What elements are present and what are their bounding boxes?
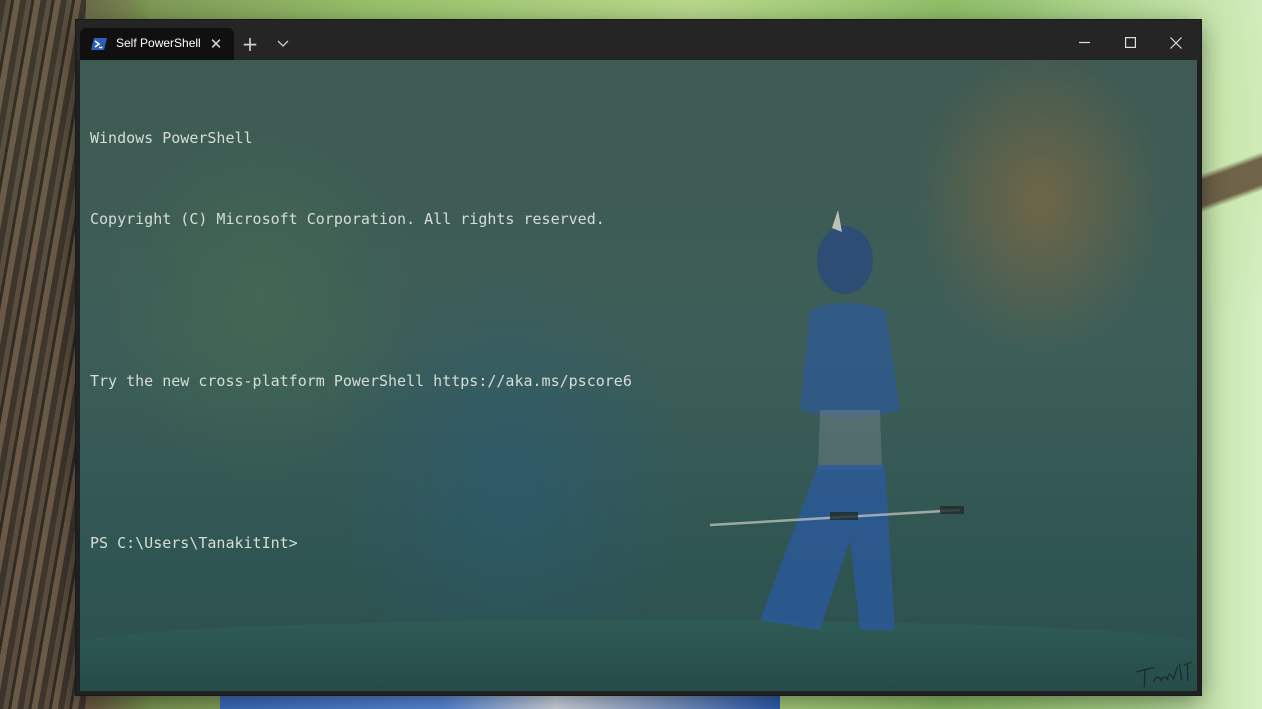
output-line: Copyright (C) Microsoft Corporation. All… bbox=[90, 210, 605, 228]
terminal-output: Windows PowerShell Copyright (C) Microso… bbox=[90, 71, 632, 611]
output-line: Windows PowerShell bbox=[90, 129, 253, 147]
minimize-button[interactable] bbox=[1061, 26, 1107, 58]
title-bar[interactable]: Self PowerShell ✕ + bbox=[76, 20, 1201, 60]
desktop-tree-trunk bbox=[0, 0, 86, 709]
close-icon[interactable]: ✕ bbox=[206, 34, 226, 54]
tab-title: Self PowerShell bbox=[116, 36, 201, 50]
tab-self-powershell[interactable]: Self PowerShell ✕ bbox=[80, 28, 234, 60]
command-prompt[interactable]: PS C:\Users\TanakitInt> bbox=[90, 530, 632, 557]
terminal-content[interactable]: Windows PowerShell Copyright (C) Microso… bbox=[80, 60, 1197, 691]
background-character-illustration bbox=[709, 210, 964, 630]
background-hill bbox=[80, 620, 1197, 691]
chevron-down-icon[interactable] bbox=[271, 32, 295, 56]
close-icon bbox=[1170, 36, 1182, 49]
minimize-icon bbox=[1078, 41, 1090, 44]
maximize-button[interactable] bbox=[1107, 26, 1153, 58]
powershell-icon bbox=[91, 37, 107, 51]
output-line: Try the new cross-platform PowerShell ht… bbox=[90, 372, 632, 390]
plus-icon[interactable]: + bbox=[238, 32, 262, 56]
desktop-wallpaper-detail bbox=[220, 694, 780, 709]
terminal-window: Self PowerShell ✕ + Windows PowerShell C… bbox=[76, 20, 1201, 695]
maximize-icon bbox=[1124, 37, 1136, 48]
close-button[interactable] bbox=[1153, 26, 1199, 58]
